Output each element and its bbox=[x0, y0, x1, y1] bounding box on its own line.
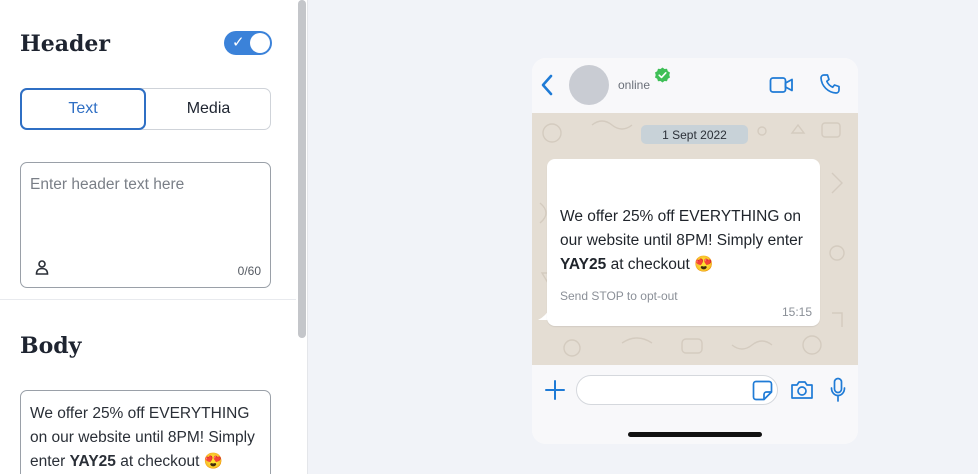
avatar[interactable] bbox=[569, 65, 609, 105]
header-toggle[interactable]: ✓ bbox=[224, 31, 272, 55]
header-text-input[interactable]: Enter header text here 0/60 bbox=[20, 162, 271, 288]
chevron-left-icon[interactable] bbox=[538, 71, 556, 99]
compose-bar bbox=[532, 365, 858, 444]
phone-icon[interactable] bbox=[819, 73, 841, 95]
body-text: We offer 25% off EVERYTHING on our websi… bbox=[30, 405, 255, 470]
sticker-icon[interactable] bbox=[752, 380, 773, 401]
section-divider bbox=[0, 299, 296, 300]
video-icon[interactable] bbox=[769, 75, 794, 95]
toggle-knob bbox=[250, 33, 270, 53]
plus-icon[interactable] bbox=[544, 379, 566, 401]
chat-header: online bbox=[532, 58, 858, 113]
body-section-title: Body bbox=[20, 333, 82, 359]
check-icon: ✓ bbox=[232, 33, 245, 51]
verified-badge-icon bbox=[655, 67, 670, 83]
message-time: 15:15 bbox=[781, 305, 812, 319]
header-format-selector: Text Media bbox=[20, 88, 271, 130]
char-counter: 0/60 bbox=[237, 264, 261, 278]
mic-icon[interactable] bbox=[830, 377, 846, 403]
header-input-placeholder: Enter header text here bbox=[30, 176, 185, 193]
header-section-title: Header bbox=[20, 31, 111, 57]
message-preview-phone: online 1 Sept 2022 We offer 25% off EVER… bbox=[532, 58, 858, 444]
date-separator: 1 Sept 2022 bbox=[641, 125, 748, 144]
message-bubble: We offer 25% off EVERYTHING on our websi… bbox=[547, 159, 820, 326]
message-text: We offer 25% off EVERYTHING on our websi… bbox=[560, 208, 803, 273]
editor-panel: Header ✓ Text Media Enter header text he… bbox=[0, 0, 296, 474]
message-footer: Send STOP to opt-out bbox=[560, 289, 678, 303]
chat-area: 1 Sept 2022 We offer 25% off EVERYTHING … bbox=[532, 113, 858, 365]
editor-scrollbar[interactable] bbox=[296, 0, 308, 474]
scrollbar-thumb[interactable] bbox=[298, 0, 306, 338]
body-text-input[interactable]: We offer 25% off EVERYTHING on our websi… bbox=[20, 390, 271, 474]
contact-status: online bbox=[618, 78, 651, 92]
compose-input[interactable] bbox=[576, 375, 778, 405]
home-indicator bbox=[628, 432, 762, 437]
person-icon[interactable] bbox=[34, 259, 50, 275]
format-text-button[interactable]: Text bbox=[20, 88, 146, 130]
camera-icon[interactable] bbox=[790, 379, 814, 401]
format-media-button[interactable]: Media bbox=[146, 88, 271, 130]
